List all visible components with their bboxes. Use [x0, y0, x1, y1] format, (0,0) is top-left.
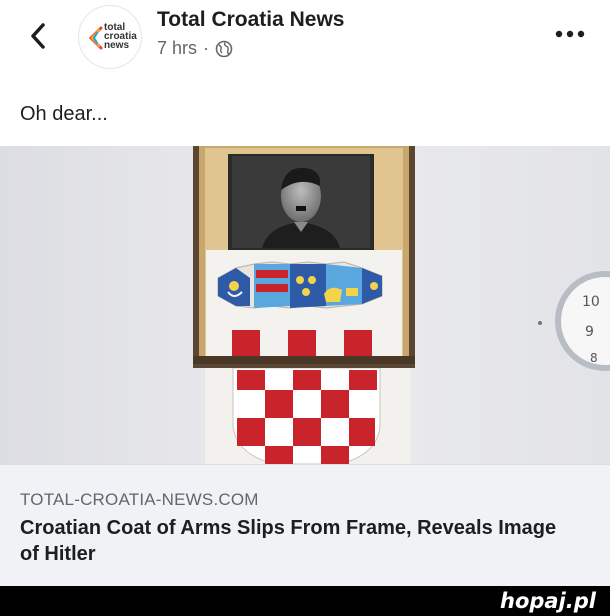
article-photo: 10 9 8: [0, 146, 610, 464]
avatar-logo-text: total croatia news: [104, 23, 137, 51]
crown-of-arms: [217, 261, 383, 309]
meta-separator: ·: [203, 38, 210, 58]
link-preview-image[interactable]: 10 9 8: [0, 146, 610, 464]
upper-checkerboard-rows: [232, 330, 372, 358]
page-avatar[interactable]: total croatia news: [78, 5, 142, 69]
link-title[interactable]: Croatian Coat of Arms Slips From Frame, …: [20, 515, 580, 567]
svg-text:10: 10: [582, 294, 600, 310]
picture-frame: [193, 146, 415, 368]
chevron-left-icon: [31, 23, 45, 49]
link-preview-card[interactable]: TOTAL-CROATIA-NEWS.COM Croatian Coat of …: [0, 464, 610, 586]
globe-icon: [215, 40, 233, 57]
watermark-logo: hopaj.pl: [500, 589, 596, 613]
watermark-bar: hopaj.pl: [0, 586, 610, 616]
back-button[interactable]: [24, 20, 52, 52]
more-dots-icon: [555, 30, 585, 38]
link-domain: TOTAL-CROATIA-NEWS.COM: [20, 490, 259, 509]
svg-text:9: 9: [585, 324, 594, 340]
more-options-button[interactable]: [552, 22, 588, 46]
lower-checkerboard-shield: [205, 364, 411, 464]
svg-text:8: 8: [590, 351, 598, 365]
post-timestamp[interactable]: 7 hrs: [157, 38, 197, 59]
logo-line: news: [104, 40, 130, 51]
post-meta: 7 hrs ·: [157, 38, 233, 59]
post-text: Oh dear...: [20, 103, 108, 125]
post-header: total croatia news Total Croatia News 7 …: [0, 0, 610, 80]
page-name-link[interactable]: Total Croatia News: [157, 8, 344, 32]
